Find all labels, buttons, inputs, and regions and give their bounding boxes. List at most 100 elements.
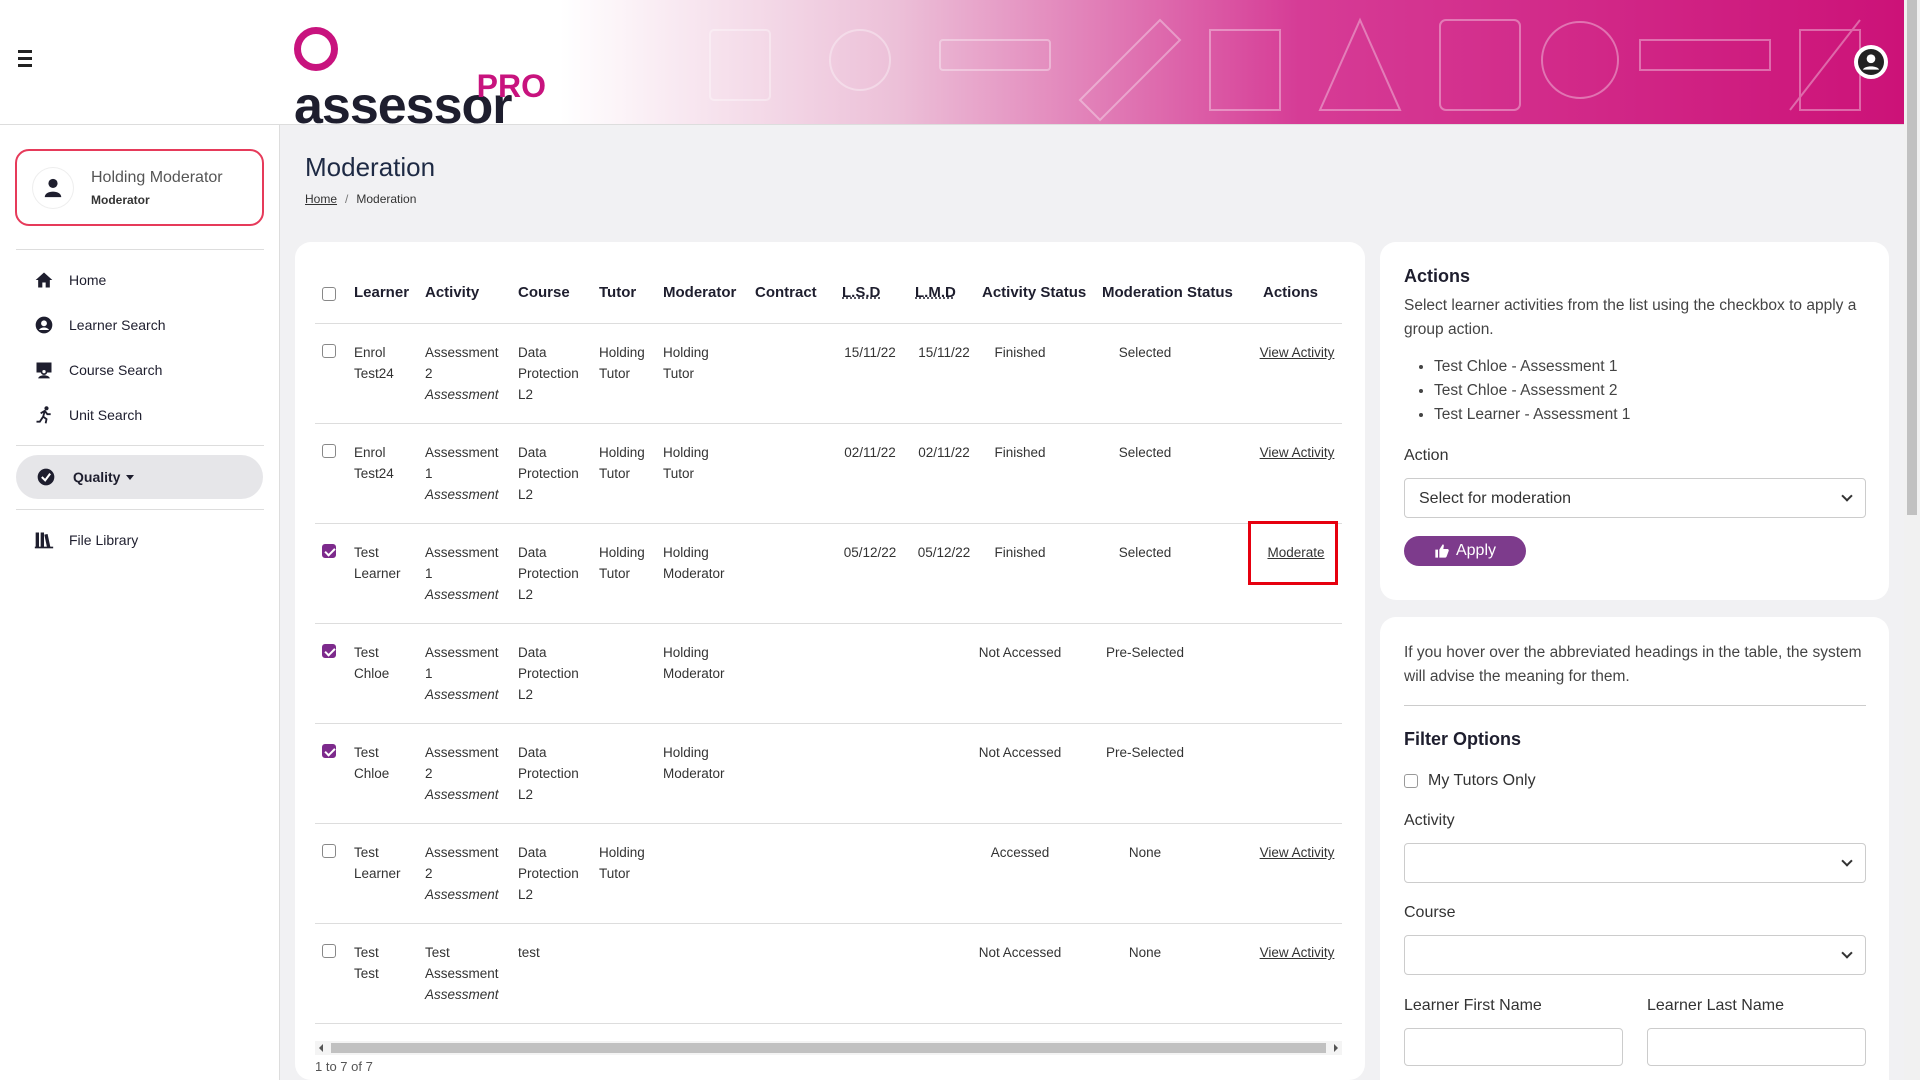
breadcrumb-home-link[interactable]: Home [305,192,337,206]
activity-filter-select[interactable] [1404,843,1866,883]
cell-line: Tutor [663,466,695,481]
cell-line: Data [518,345,547,360]
header-lsd[interactable]: L.S.D [842,284,880,301]
cell-line: Holding [663,545,709,560]
row-checkbox[interactable] [322,944,336,958]
table-row: Enrol Test24 Assessment 2 Assessment Data Prot… [315,324,1342,424]
table-row: Test Test Test Assessment Assessment test Not … [315,924,1342,1024]
sidebar-item-learner-search[interactable]: Learner Search [34,315,166,335]
select-all-checkbox[interactable] [322,287,336,301]
scroll-left-icon[interactable] [319,1044,323,1052]
apply-button[interactable]: Apply [1404,536,1526,566]
scrollbar-thumb[interactable] [331,1043,1326,1053]
learner-first-name-input[interactable] [1404,1028,1623,1066]
cell-line: 2 [425,366,433,381]
sidebar-item-unit-search[interactable]: Unit Search [34,405,142,425]
my-tutors-only-checkbox[interactable] [1404,774,1418,788]
header-contract[interactable]: Contract [755,284,817,301]
cell-line: Enrol [354,445,386,460]
cell-line: Holding [599,445,645,460]
cell-line: Learner [354,566,401,581]
cell-moderation_status: None [1128,845,1162,860]
activity-type: Assessment [425,887,499,902]
cell-line: Protection [518,566,579,581]
user-circle-icon [35,316,53,334]
cell-activity_status: Not Accessed [978,745,1062,760]
activity-type: Assessment [425,587,499,602]
header-moderator[interactable]: Moderator [663,284,736,301]
header-course[interactable]: Course [518,284,570,301]
sidebar-divider [16,509,264,510]
sidebar-item-quality[interactable]: Quality [16,455,263,499]
breadcrumb-current: Moderation [356,192,417,206]
activity-filter-label: Activity [1404,812,1455,829]
page-title: Moderation [305,152,436,182]
header-tutor[interactable]: Tutor [599,284,636,301]
row-checkbox[interactable] [322,744,336,758]
row-checkbox[interactable] [322,344,336,358]
cell-course: Data Protection L2 [518,742,579,805]
sidebar-item-course-search[interactable]: Course Search [34,360,162,380]
sidebar-item-home[interactable]: Home [34,270,106,290]
course-filter-select[interactable] [1404,935,1866,975]
cell-line: Assessment [425,545,499,560]
eassessor-pro-logo[interactable]: assessor PRO [294,22,554,124]
learner-last-name-input[interactable] [1647,1028,1866,1066]
chevron-down-icon [1841,490,1853,502]
cell-course: test [518,942,540,963]
header-moderation-status[interactable]: Moderation Status [1102,284,1233,301]
scrollbar-thumb[interactable] [1907,0,1917,515]
profile-card[interactable]: Holding Moderator Moderator [15,149,264,226]
cell-moderator: Holding Tutor [663,342,709,384]
cell-line: Test [354,645,379,660]
cell-moderation_status: Pre-Selected [1105,645,1185,660]
abbreviation-hint: If you hover over the abbreviated headin… [1404,644,1862,685]
table-row: Test Chloe Assessment 2 Assessment Data Protec… [315,724,1342,824]
cell-line: Data [518,745,547,760]
row-checkbox[interactable] [322,444,336,458]
row-checkbox[interactable] [322,544,336,558]
header-activity-status[interactable]: Activity Status [982,284,1086,301]
cell-line: L2 [518,887,534,902]
sidebar-divider [16,249,264,250]
cell-line: 1 [425,666,433,681]
scroll-right-icon[interactable] [1334,1044,1338,1052]
cell-line: 2 [425,766,433,781]
cell-activity_status: Finished [994,545,1046,560]
course-filter-label: Course [1404,904,1456,921]
cell-line: Assessment [425,845,499,860]
view-activity-link[interactable]: View Activity [1260,345,1335,360]
header-activity[interactable]: Activity [425,284,479,301]
page-scrollbar[interactable] [1904,0,1920,1080]
activity-type: Assessment [425,687,499,702]
cell-activity_status: Not Accessed [978,945,1062,960]
my-tutors-only-filter[interactable]: My Tutors Only [1404,772,1536,790]
user-account-icon[interactable] [1854,45,1888,79]
header-learner[interactable]: Learner [354,284,409,301]
cell-lsd: 15/11/22 [844,345,896,360]
cell-line: Assessment [425,445,499,460]
sidebar-item-file-library[interactable]: File Library [34,530,138,550]
pagination-summary: 1 to 7 of 7 [315,1059,373,1074]
view-activity-link[interactable]: View Activity [1260,445,1335,460]
filter-panel: If you hover over the abbreviated headin… [1380,617,1889,1080]
last-name-label: Learner Last Name [1647,997,1784,1014]
menu-toggle-icon[interactable] [18,50,40,72]
cell-line: Test [354,945,379,960]
cell-line: L2 [518,787,534,802]
logo-e-mark [294,27,338,71]
cell-moderator: Holding Moderator [663,742,725,784]
view-activity-link[interactable]: View Activity [1260,845,1335,860]
moderate-highlight-box [1248,521,1338,585]
cell-line: Test [354,966,379,981]
view-activity-link[interactable]: View Activity [1260,945,1335,960]
cell-line: Holding [599,345,645,360]
action-select[interactable]: Select for moderation [1404,478,1866,518]
cell-line: Holding [663,745,709,760]
row-checkbox[interactable] [322,644,336,658]
row-checkbox[interactable] [322,844,336,858]
cell-activity: Assessment 1 Assessment [425,542,499,605]
cell-tutor: Holding Tutor [599,542,645,584]
horizontal-scrollbar[interactable] [315,1041,1342,1055]
header-lmd[interactable]: L.M.D [915,284,956,301]
